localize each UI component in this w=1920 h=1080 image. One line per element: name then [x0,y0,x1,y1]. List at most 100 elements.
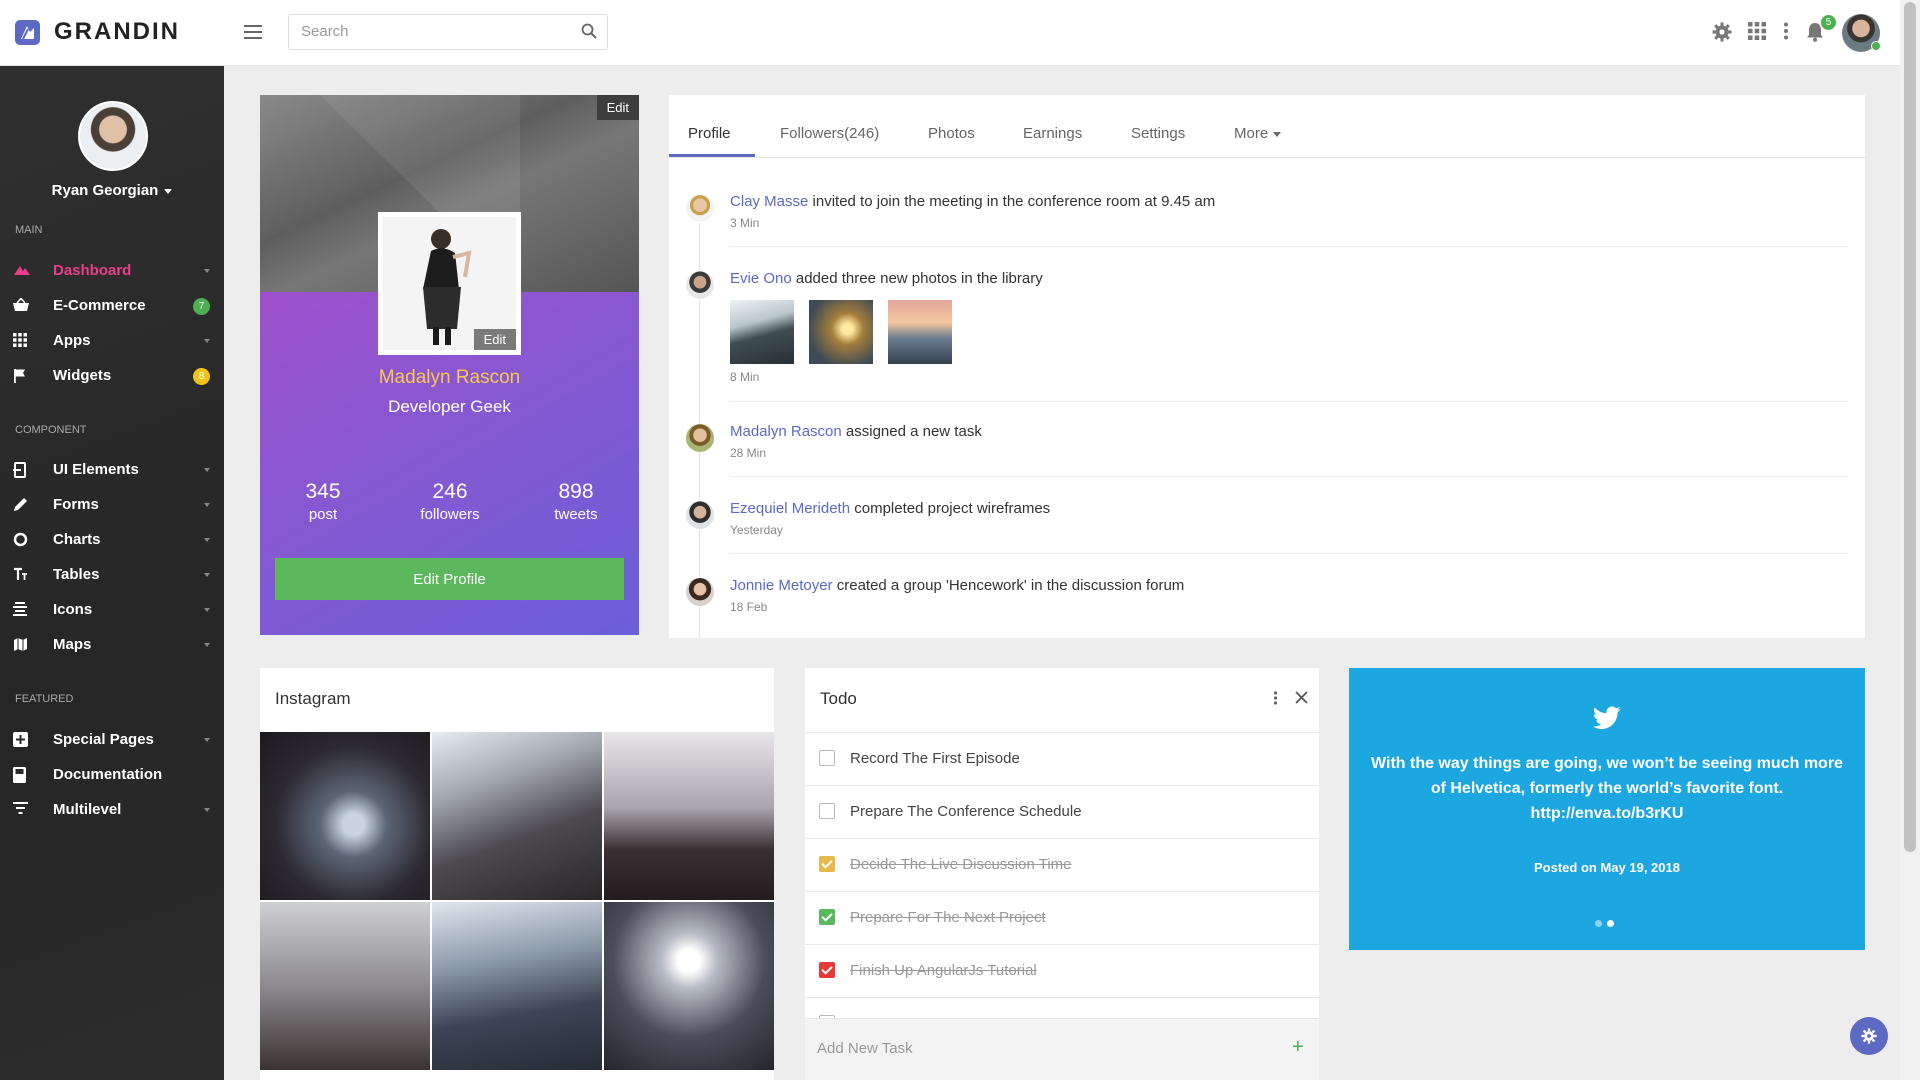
instagram-photo[interactable] [260,902,430,1070]
app-name[interactable]: GRANDIN [54,18,180,46]
cover-edit-button[interactable]: Edit [596,95,639,120]
sidebar-section-featured: FEATURED [15,693,74,705]
activity-description: completed project wireframes [854,500,1051,517]
activity-photo-thumbnail[interactable] [809,300,873,364]
todo-card: Todo Record The First Episode Prepare Th… [805,668,1319,1080]
sidebar-item-label: Apps [53,332,91,349]
instagram-photo[interactable] [432,902,602,1070]
add-task-plus-icon[interactable]: + [1292,1036,1304,1059]
photo-edit-button[interactable]: Edit [473,329,516,350]
tweet-date: Posted on May 19, 2018 [1534,860,1680,875]
icons-icon [13,602,27,616]
sidebar-item-apps[interactable]: Apps [0,324,224,358]
activity-time: Yesterday [730,523,783,537]
map-icon [13,637,28,652]
sidebar-item-dashboard[interactable]: Dashboard [0,254,224,288]
sidebar-item-ecommerce[interactable]: E-Commerce 7 [0,289,224,323]
more-vertical-icon[interactable] [1273,691,1278,705]
sidebar-badge: 8 [193,368,210,385]
todo-checkbox[interactable] [819,962,835,978]
sidebar-section-component: COMPONENT [15,424,87,436]
sidebar-item-maps[interactable]: Maps [0,628,224,662]
avatar[interactable] [685,500,715,530]
profile-tabs: Profile Followers(246) Photos Earnings S… [669,95,1865,158]
activity-photo-thumbnail[interactable] [888,300,952,364]
activity-user-link[interactable]: Clay Masse [730,193,808,210]
page-scrollbar[interactable] [1900,0,1920,1080]
activity-user-link[interactable]: Ezequiel Merideth [730,500,850,517]
sidebar-item-special-pages[interactable]: Special Pages [0,723,224,757]
activity-text: Evie Ono added three new photos in the l… [730,270,1043,287]
sidebar-item-widgets[interactable]: Widgets 8 [0,359,224,393]
table-icon [13,567,28,581]
sidebar-item-label: Tables [53,566,100,583]
tab-followers[interactable]: Followers(246) [780,125,879,142]
menu-toggle-icon[interactable] [244,24,264,40]
carousel-dot[interactable] [1595,920,1602,927]
scrollbar-thumb[interactable] [1904,2,1916,852]
todo-label: Prepare The Conference Schedule [850,803,1082,820]
pencil-icon [13,497,28,512]
stat-followers: 246 followers [390,480,510,523]
activity-description: created a group 'Hencework' in the discu… [836,577,1185,594]
sidebar-item-forms[interactable]: Forms [0,488,224,522]
carousel-dot-active[interactable] [1607,920,1614,927]
close-icon[interactable] [1295,691,1308,704]
sidebar-item-label: Multilevel [53,801,122,818]
divider [730,553,1849,554]
user-avatar[interactable] [1842,14,1881,52]
instagram-title: Instagram [275,689,351,708]
tab-more-label: More [1234,125,1269,142]
add-task-input[interactable] [817,1040,1217,1057]
expand-arrow-icon [204,643,210,647]
todo-checkbox[interactable] [819,803,835,819]
activity-description: invited to join the meeting in the confe… [812,193,1216,210]
activity-time: 28 Min [730,446,767,460]
timeline-line [699,195,700,638]
avatar[interactable] [685,423,715,453]
sidebar-item-charts[interactable]: Charts [0,523,224,557]
apps-grid-icon [13,333,27,347]
stat-label: post [308,506,338,523]
sidebar-item-documentation[interactable]: Documentation [0,758,224,792]
logo-icon[interactable] [15,20,40,45]
activity-user-link[interactable]: Madalyn Rascon [730,423,842,440]
instagram-photo[interactable] [432,732,602,900]
sidebar-item-icons[interactable]: Icons [0,593,224,627]
tab-earnings[interactable]: Earnings [1023,125,1082,142]
instagram-photo[interactable] [604,902,774,1070]
search-icon[interactable] [581,23,597,39]
activity-user-link[interactable]: Jonnie Metoyer [730,577,833,594]
sidebar-user-menu[interactable]: Ryan Georgian [0,182,224,199]
basket-icon [13,298,29,312]
sidebar-item-ui-elements[interactable]: UI Elements [0,453,224,487]
edit-profile-button[interactable]: Edit Profile [275,558,624,600]
sidebar-avatar[interactable] [78,101,148,171]
avatar[interactable] [685,577,715,607]
tab-more[interactable]: More [1234,125,1282,142]
activity-user-link[interactable]: Evie Ono [730,270,792,287]
search-input[interactable] [301,23,561,40]
tab-photos[interactable]: Photos [928,125,975,142]
todo-checkbox[interactable] [819,750,835,766]
carousel-dots [1595,914,1619,932]
expand-arrow-icon [204,538,210,542]
activity-photo-thumbnail[interactable] [730,300,794,364]
avatar[interactable] [685,193,715,223]
todo-checkbox[interactable] [819,909,835,925]
todo-checkbox[interactable] [819,856,835,872]
ui-elements-icon [13,462,27,478]
apps-grid-icon[interactable] [1748,22,1766,40]
sidebar-item-multilevel[interactable]: Multilevel [0,793,224,827]
sidebar-item-tables[interactable]: Tables [0,558,224,592]
tab-profile[interactable]: Profile [688,125,731,142]
more-vertical-icon[interactable] [1783,22,1789,40]
settings-fab[interactable] [1850,1017,1888,1055]
tab-settings[interactable]: Settings [1131,125,1185,142]
instagram-photo[interactable] [260,732,430,900]
gear-icon[interactable] [1712,22,1732,42]
stat-posts: 345 post [263,480,383,523]
avatar[interactable] [685,270,715,300]
instagram-photo[interactable] [604,732,774,900]
caret-down-icon [164,188,173,194]
